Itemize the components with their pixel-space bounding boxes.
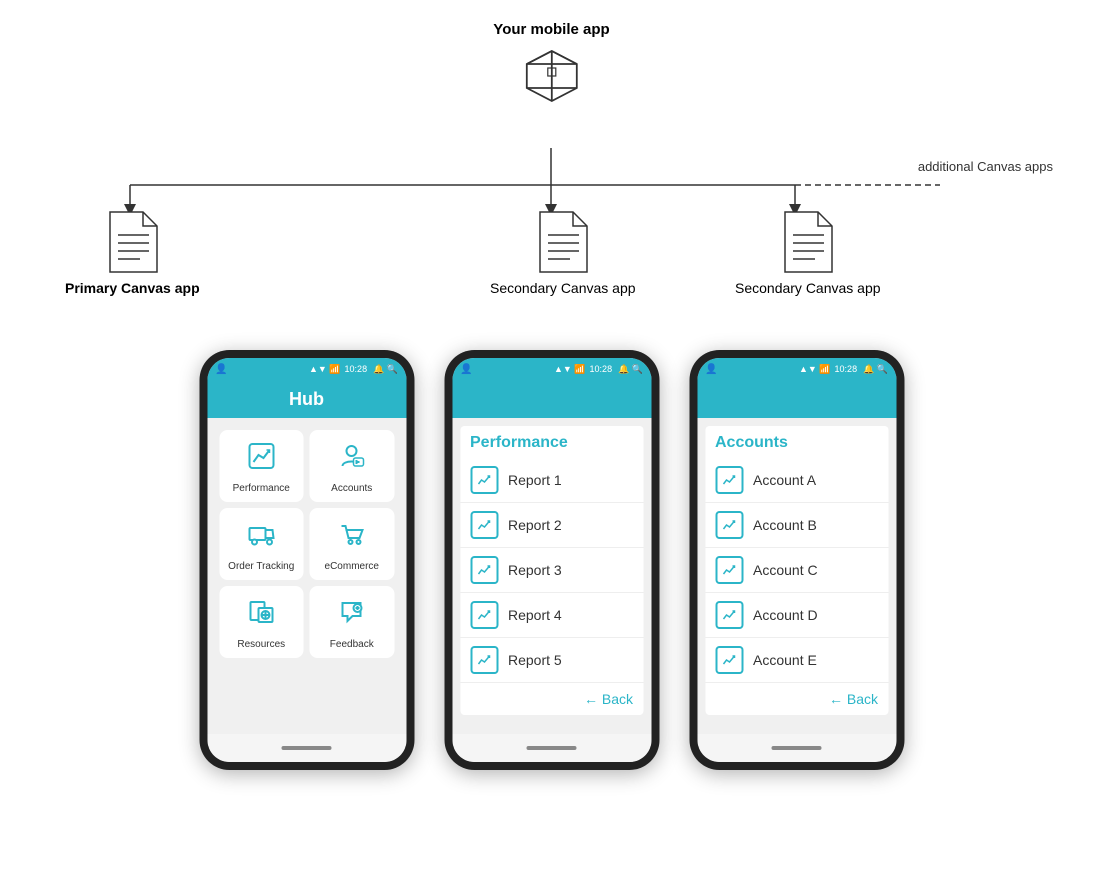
list-item-account-d[interactable]: Account D — [705, 593, 888, 638]
statusbar-accounts: 👤 ▲▼ 📶 10:28 🔔 🔍 — [697, 358, 896, 380]
home-indicator-2 — [527, 746, 577, 750]
report3-icon — [470, 556, 498, 584]
account-b-icon — [715, 511, 743, 539]
accounts-content: Accounts Account A — [697, 418, 896, 734]
hub-grid: Performance — [215, 426, 398, 662]
diagram-container: Your mobile app additional Canvas apps — [0, 0, 1103, 882]
secondary-canvas-label-1: Secondary Canvas app — [490, 279, 636, 297]
ecommerce-icon — [338, 520, 366, 555]
hub-content: Performance — [207, 418, 406, 734]
secondary-canvas-doc-2: Secondary Canvas app — [735, 210, 881, 297]
account-c-icon — [715, 556, 743, 584]
home-bar-hub — [207, 734, 406, 762]
list-item-report1[interactable]: Report 1 — [460, 458, 643, 503]
additional-canvas-label: additional Canvas apps — [918, 158, 1053, 176]
list-item-account-a[interactable]: Account A — [705, 458, 888, 503]
list-item-account-e[interactable]: Account E — [705, 638, 888, 683]
accounts-back-button[interactable]: ← Back — [705, 683, 888, 715]
hub-tile-feedback[interactable]: Feedback — [310, 586, 395, 658]
home-bar-performance — [452, 734, 651, 762]
hub-tile-ecommerce[interactable]: eCommerce — [310, 508, 395, 580]
feedback-icon — [338, 598, 366, 633]
phones-row: 👤 ▲▼ 📶 10:28 🔔 🔍 Hub — [199, 350, 904, 770]
home-indicator-3 — [772, 746, 822, 750]
phone-performance: 👤 ▲▼ 📶 10:28 🔔 🔍 Performance — [444, 350, 659, 770]
list-item-report3[interactable]: Report 3 — [460, 548, 643, 593]
phone-hub: 👤 ▲▼ 📶 10:28 🔔 🔍 Hub — [199, 350, 414, 770]
list-item-account-b[interactable]: Account B — [705, 503, 888, 548]
statusbar-performance: 👤 ▲▼ 📶 10:28 🔔 🔍 — [452, 358, 651, 380]
account-d-icon — [715, 601, 743, 629]
performance-icon — [247, 442, 275, 477]
phone-accounts: 👤 ▲▼ 📶 10:28 🔔 🔍 Accounts — [689, 350, 904, 770]
hub-tile-resources[interactable]: Resources — [219, 586, 304, 658]
resources-icon — [247, 598, 275, 633]
order-tracking-icon — [247, 520, 275, 555]
primary-canvas-label: Primary Canvas app — [65, 279, 200, 297]
report5-icon — [470, 646, 498, 674]
hub-tile-accounts[interactable]: Accounts — [310, 430, 395, 502]
top-box-label: Your mobile app — [493, 20, 609, 40]
list-item-report2[interactable]: Report 2 — [460, 503, 643, 548]
hub-tile-order-tracking[interactable]: Order Tracking — [219, 508, 304, 580]
accounts-header — [697, 380, 896, 418]
accounts-section-title: Accounts — [705, 426, 888, 458]
performance-list: Performance Report 1 — [460, 426, 643, 715]
report1-icon — [470, 466, 498, 494]
secondary-canvas-doc-1: Secondary Canvas app — [490, 210, 636, 297]
account-a-icon — [715, 466, 743, 494]
secondary-doc-icon-2 — [780, 210, 835, 275]
performance-section-title: Performance — [460, 426, 643, 458]
primary-doc-icon — [105, 210, 160, 275]
mobile-app-icon — [522, 46, 582, 106]
report2-icon — [470, 511, 498, 539]
secondary-doc-icon-1 — [535, 210, 590, 275]
secondary-canvas-label-2: Secondary Canvas app — [735, 279, 881, 297]
performance-content: Performance Report 1 — [452, 418, 651, 734]
account-e-icon — [715, 646, 743, 674]
hub-tile-performance[interactable]: Performance — [219, 430, 304, 502]
list-item-report5[interactable]: Report 5 — [460, 638, 643, 683]
accounts-icon — [338, 442, 366, 477]
list-item-report4[interactable]: Report 4 — [460, 593, 643, 638]
list-item-account-c[interactable]: Account C — [705, 548, 888, 593]
report4-icon — [470, 601, 498, 629]
performance-header — [452, 380, 651, 418]
home-indicator — [282, 746, 332, 750]
hub-header: Hub — [207, 380, 406, 418]
accounts-list: Accounts Account A — [705, 426, 888, 715]
primary-canvas-doc: Primary Canvas app — [65, 210, 200, 297]
top-box: Your mobile app — [493, 20, 609, 106]
statusbar-hub: 👤 ▲▼ 📶 10:28 🔔 🔍 — [207, 358, 406, 380]
performance-back-button[interactable]: ← Back — [460, 683, 643, 715]
home-bar-accounts — [697, 734, 896, 762]
